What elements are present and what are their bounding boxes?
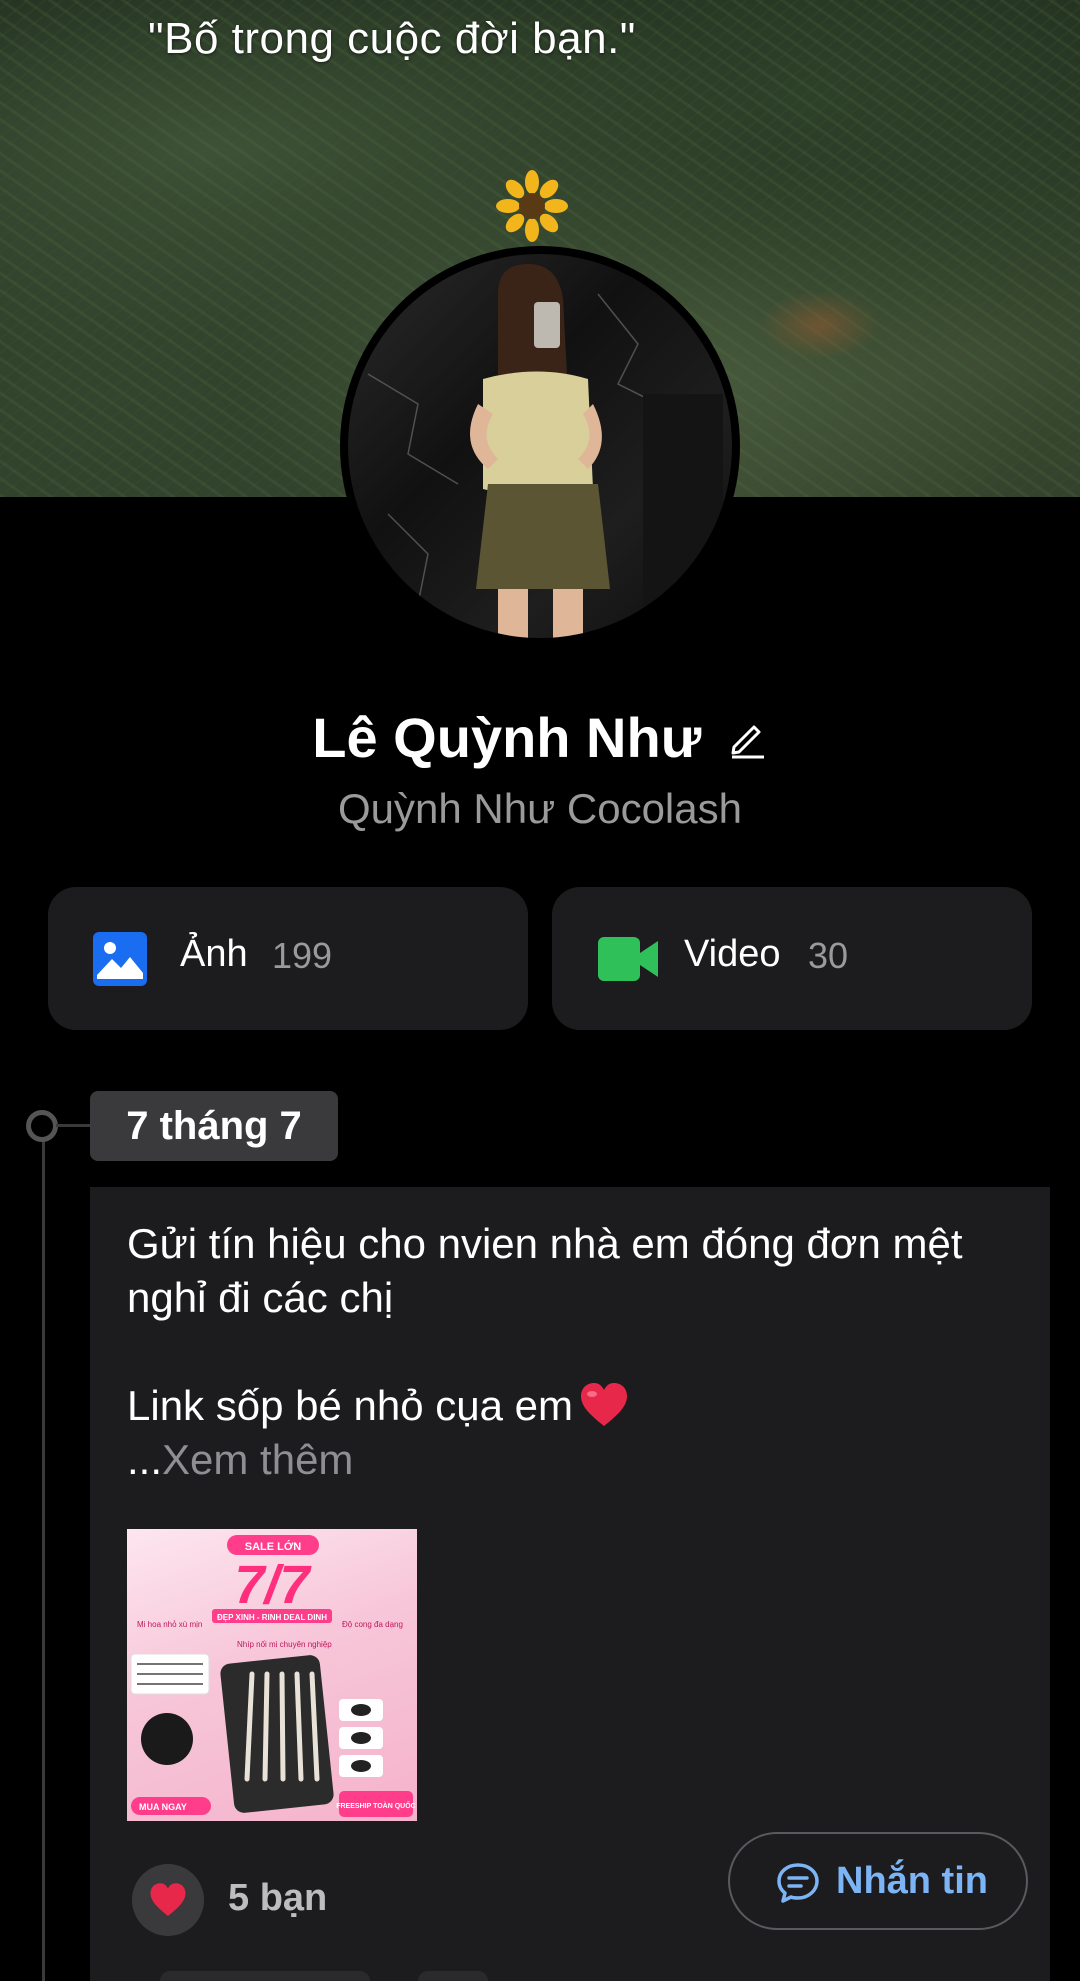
photos-card[interactable]: Ảnh 199 [48,887,528,1030]
banner-left-caption: Mi hoa nhỏ xù mịn [137,1620,202,1629]
profile-name-row: Lê Quỳnh Như [0,705,1080,770]
cover-quote: "Bố trong cuộc đời bạn." [148,14,636,63]
banner-tagline: ĐẸP XINH - RINH DEAL DINH [217,1613,327,1622]
sale-banner-graphic: SALE LỚN 7/7 ĐẸP XINH - RINH DEAL DINH M… [130,1535,416,1817]
timeline-dot [26,1110,58,1142]
banner-badge: SALE LỚN [245,1540,301,1553]
chat-bubble-icon [777,1863,819,1903]
profile-name: Lê Quỳnh Như [312,706,702,769]
post-line-2: Link sốp bé nhỏ cụa em [127,1382,573,1429]
heart-icon [150,1883,186,1916]
photos-label: Ảnh [180,933,248,975]
videos-label: Video [684,933,781,975]
photos-count: 199 [272,935,333,976]
banner-right-caption: Độ cong đa dạng [342,1620,403,1629]
timeline-line [42,1140,45,1981]
video-camera-icon [598,937,658,981]
profile-page: "Bố trong cuộc đời bạn." Lê Quỳnh Như Qu… [0,0,1080,1981]
message-button-label: Nhắn tin [836,1860,988,1902]
see-more-link[interactable]: Xem thêm [162,1436,353,1483]
sunflower-icon [496,170,568,242]
timeline-branch [56,1124,92,1127]
see-more-dots: ... [127,1436,163,1483]
videos-card[interactable]: Video 30 [552,887,1032,1030]
profile-alias: Quỳnh Như Cocolash [338,785,742,832]
next-action-chip-small[interactable] [418,1971,488,1981]
post-line-1: Gửi tín hiệu cho nvien nhà em đóng đơn m… [127,1220,963,1321]
next-action-chip[interactable] [160,1971,370,1981]
cover-fern [760,290,880,360]
avatar-photo [348,254,732,638]
post-image[interactable]: SALE LỚN 7/7 ĐẸP XINH - RINH DEAL DINH M… [127,1529,417,1821]
edit-pencil-icon[interactable] [726,717,768,759]
banner-cta: MUA NGAY [139,1802,187,1812]
reaction-count[interactable]: 5 bạn [228,1877,327,1920]
message-button[interactable]: Nhắn tin [728,1832,1028,1930]
post-line-2-row: Link sốp bé nhỏ cụa em [127,1379,1017,1433]
like-button[interactable] [132,1864,204,1936]
see-more-row: ...Xem thêm [127,1433,1017,1487]
heart-emoji-icon [580,1383,627,1426]
post-line-gap [127,1325,1017,1379]
videos-count: 30 [808,935,849,976]
banner-big-text: 7/7 [234,1555,312,1615]
timeline-date: 7 tháng 7 [90,1091,338,1161]
post-text[interactable]: Gửi tín hiệu cho nvien nhà em đóng đơn m… [127,1217,1017,1487]
post-card[interactable]: Gửi tín hiệu cho nvien nhà em đóng đơn m… [90,1187,1050,1981]
avatar-figure [367,264,723,638]
banner-mid-caption: Nhíp nối mi chuyên nghiệp [237,1640,332,1649]
avatar[interactable] [340,246,740,646]
image-icon [93,932,147,986]
